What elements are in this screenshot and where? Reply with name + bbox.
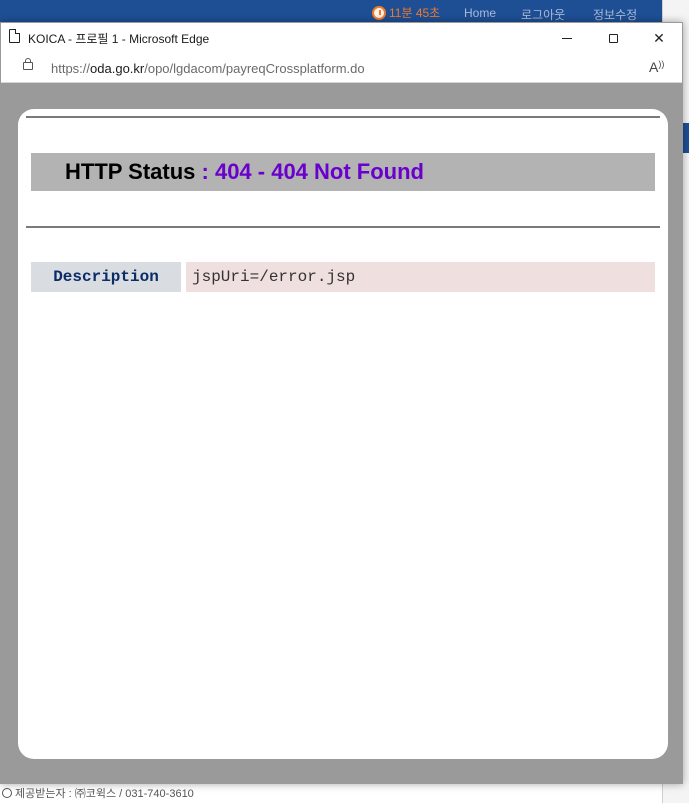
description-value: jspUri=/error.jsp: [186, 262, 655, 292]
logout-link[interactable]: 로그아웃: [521, 6, 565, 23]
minimize-button[interactable]: [544, 23, 590, 53]
session-timer: 11분 45초: [372, 4, 440, 21]
address-bar[interactable]: https://oda.go.kr/opo/lgdacom/payreqCros…: [1, 53, 682, 83]
description-label: Description: [31, 262, 181, 292]
read-aloud-icon[interactable]: A)): [649, 59, 664, 75]
status-heading-prefix: HTTP Status: [65, 159, 196, 184]
url-text[interactable]: https://oda.go.kr/opo/lgdacom/payreqCros…: [51, 61, 365, 76]
status-heading-bar: HTTP Status : 404 - 404 Not Found: [31, 153, 655, 191]
popup-content: HTTP Status : 404 - 404 Not Found Descri…: [1, 83, 682, 783]
page-icon: [9, 29, 20, 43]
background-footer: 제공받는자 : ㈜코윅스 / 031-740-3610: [2, 785, 194, 801]
clock-icon: [372, 5, 386, 20]
url-domain: oda.go.kr: [90, 61, 145, 76]
home-link[interactable]: Home: [464, 6, 496, 20]
divider-middle: [26, 226, 660, 228]
status-heading-code: : 404 - 404 Not Found: [201, 159, 424, 184]
footer-text: 제공받는자 : ㈜코윅스 / 031-740-3610: [15, 788, 194, 800]
session-timer-text: 11분 45초: [389, 6, 441, 20]
minimize-icon: [562, 37, 572, 39]
maximize-icon: [608, 33, 618, 43]
divider-top: [26, 116, 660, 118]
title-bar[interactable]: KOICA - 프로필 1 - Microsoft Edge ✕: [1, 23, 682, 53]
window-title: KOICA - 프로필 1 - Microsoft Edge: [28, 32, 210, 46]
browser-popup-window: KOICA - 프로필 1 - Microsoft Edge ✕ https:/…: [0, 22, 683, 784]
close-icon: ✕: [653, 29, 665, 46]
close-button[interactable]: ✕: [636, 23, 682, 53]
url-path: /opo/lgdacom/payreqCrossplatform.do: [144, 61, 365, 76]
url-scheme: https://: [51, 61, 91, 76]
maximize-button[interactable]: [590, 23, 636, 53]
lock-icon[interactable]: [23, 58, 33, 70]
error-card: HTTP Status : 404 - 404 Not Found Descri…: [18, 109, 668, 759]
bullet-icon: [2, 788, 12, 798]
background-header: 11분 45초 Home 로그아웃 정보수정: [0, 0, 662, 24]
edit-info-link[interactable]: 정보수정: [593, 6, 637, 23]
page-title: HTTP Status : 404 - 404 Not Found: [65, 159, 424, 185]
